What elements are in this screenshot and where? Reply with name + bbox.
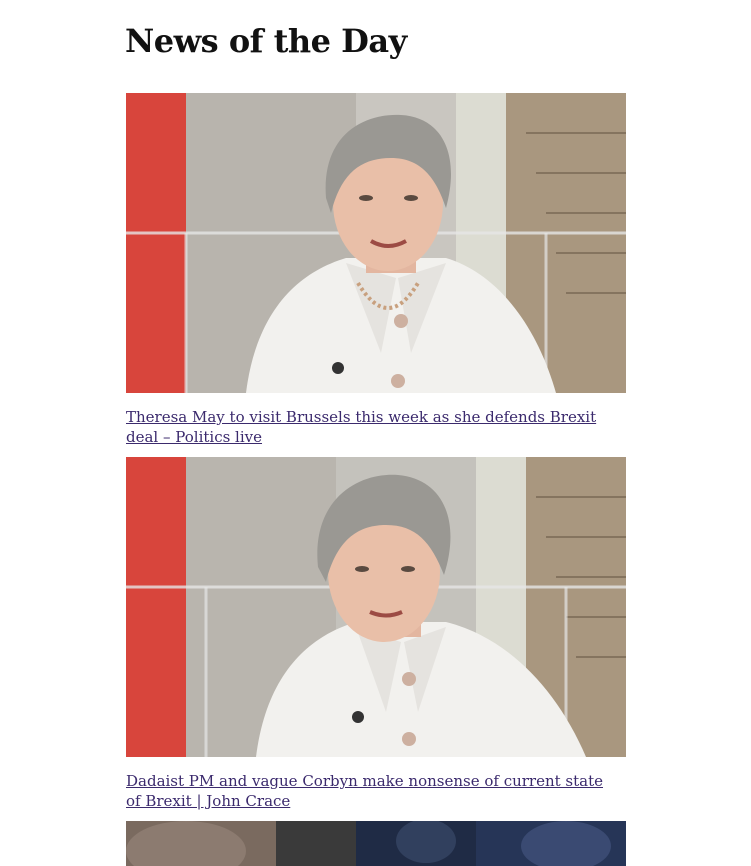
story-card: Theresa May to visit Brussels this week … bbox=[126, 93, 626, 447]
story-photo-graphic bbox=[126, 821, 626, 866]
story-image[interactable] bbox=[126, 93, 626, 393]
story-image[interactable] bbox=[126, 821, 626, 866]
story-card: Dadaist PM and vague Corbyn make nonsens… bbox=[126, 457, 626, 811]
story-headline-link[interactable]: Theresa May to visit Brussels this week … bbox=[126, 407, 616, 447]
page-title: News of the Day bbox=[125, 22, 407, 60]
story-image[interactable] bbox=[126, 457, 626, 757]
news-page: News of the Day Theresa May to visit Bru… bbox=[0, 0, 751, 866]
story-headline-link[interactable]: Dadaist PM and vague Corbyn make nonsens… bbox=[126, 771, 616, 811]
story-photo-graphic bbox=[126, 457, 626, 757]
story-card bbox=[126, 821, 626, 866]
story-photo-graphic bbox=[126, 93, 626, 393]
